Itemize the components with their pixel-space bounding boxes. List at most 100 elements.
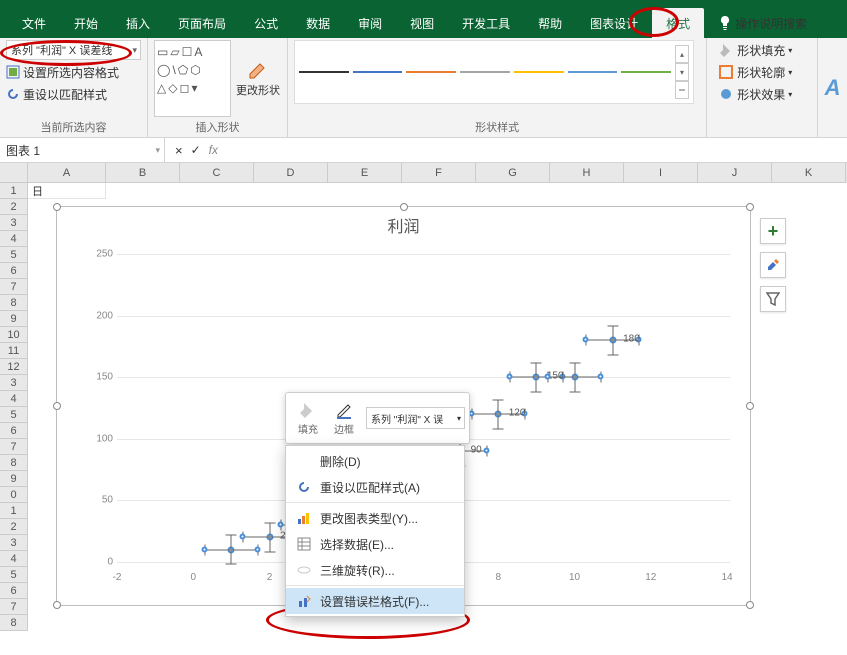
shape-outline-label: 形状轮廓: [737, 64, 785, 81]
data-point[interactable]: 180: [609, 337, 616, 344]
menu-home[interactable]: 开始: [60, 8, 112, 38]
current-selection-combo[interactable]: 系列 "利润" X 误差线: [6, 40, 141, 60]
row-header-12[interactable]: 3: [0, 375, 28, 391]
ctx-change-chart-type[interactable]: 更改图表类型(Y)...: [286, 505, 464, 531]
plus-icon: +: [768, 221, 779, 242]
menu-format[interactable]: 格式: [652, 8, 704, 38]
menu-file[interactable]: 文件: [8, 8, 60, 38]
row-header-20[interactable]: 1: [0, 503, 28, 519]
row-header-3[interactable]: 4: [0, 231, 28, 247]
chart-elements-button[interactable]: +: [760, 218, 786, 244]
col-header-E[interactable]: E: [328, 163, 402, 183]
menu-insert[interactable]: 插入: [112, 8, 164, 38]
row-header-18[interactable]: 9: [0, 471, 28, 487]
row-header-22[interactable]: 3: [0, 535, 28, 551]
ctx-format-error-bars[interactable]: 设置错误栏格式(F)...: [286, 588, 464, 614]
row-header-24[interactable]: 5: [0, 567, 28, 583]
row-header-5[interactable]: 6: [0, 263, 28, 279]
chart-title[interactable]: 利润: [57, 213, 750, 237]
menu-formulas[interactable]: 公式: [240, 8, 292, 38]
menu-help[interactable]: 帮助: [524, 8, 576, 38]
menu-layout[interactable]: 页面布局: [164, 8, 240, 38]
mini-outline-label: 边框: [334, 421, 354, 436]
menu-chart-design[interactable]: 图表设计: [576, 8, 652, 38]
format-bars-icon: [297, 594, 311, 608]
row-header-2[interactable]: 3: [0, 215, 28, 231]
name-box[interactable]: 图表 1: [0, 138, 165, 162]
fx-icon[interactable]: fx: [209, 143, 218, 157]
row-header-7[interactable]: 8: [0, 295, 28, 311]
shape-effects-button[interactable]: 形状效果▾: [719, 84, 792, 104]
menu-data[interactable]: 数据: [292, 8, 344, 38]
menu-review[interactable]: 审阅: [344, 8, 396, 38]
row-header-8[interactable]: 9: [0, 311, 28, 327]
shape-effects-label: 形状效果: [737, 86, 785, 103]
row-header-26[interactable]: 7: [0, 599, 28, 615]
col-header-I[interactable]: I: [624, 163, 698, 183]
row-header-11[interactable]: 12: [0, 359, 28, 375]
mini-selection-combo[interactable]: 系列 "利润" X 误: [366, 407, 465, 429]
chart-filters-button[interactable]: [760, 286, 786, 312]
ctx-reset-style[interactable]: 重设以匹配样式(A): [286, 474, 464, 500]
data-point[interactable]: 150: [533, 374, 540, 381]
menu-view[interactable]: 视图: [396, 8, 448, 38]
row-header-1[interactable]: 2: [0, 199, 28, 215]
gallery-scroll-up[interactable]: ▴: [675, 45, 689, 63]
mini-outline-button[interactable]: 边框: [326, 401, 362, 436]
col-header-K[interactable]: K: [772, 163, 846, 183]
col-header-D[interactable]: D: [254, 163, 328, 183]
col-header-B[interactable]: B: [106, 163, 180, 183]
gallery-more[interactable]: ＝: [675, 81, 689, 99]
col-header-A[interactable]: A: [28, 163, 106, 183]
col-header-J[interactable]: J: [698, 163, 772, 183]
ctx-select-data[interactable]: 选择数据(E)...: [286, 531, 464, 557]
row-header-19[interactable]: 0: [0, 487, 28, 503]
shape-style-gallery[interactable]: ▴ ▾ ＝: [294, 40, 694, 104]
lightbulb-icon: [719, 16, 731, 30]
col-header-F[interactable]: F: [402, 163, 476, 183]
row-header-21[interactable]: 2: [0, 519, 28, 535]
shape-fill-button[interactable]: 形状填充▾: [719, 40, 792, 60]
row-header-4[interactable]: 5: [0, 247, 28, 263]
row-header-25[interactable]: 6: [0, 583, 28, 599]
data-point[interactable]: 20: [266, 534, 273, 541]
col-header-G[interactable]: G: [476, 163, 550, 183]
worksheet-grid[interactable]: ABCDEFGHIJK 1234567891011123456789012345…: [0, 163, 847, 183]
row-header-10[interactable]: 11: [0, 343, 28, 359]
chart-styles-button[interactable]: [760, 252, 786, 278]
shapes-gallery[interactable]: ▭▱☐A ◯\⬠⬡ △◇◻▾: [154, 40, 231, 117]
data-point[interactable]: 120: [495, 411, 502, 418]
shape-outline-button[interactable]: 形状轮廓▾: [719, 62, 792, 82]
tell-me-search[interactable]: 操作说明搜索: [719, 15, 807, 32]
select-all-corner[interactable]: [0, 163, 28, 183]
effects-icon: [719, 87, 733, 101]
row-header-13[interactable]: 4: [0, 391, 28, 407]
data-point[interactable]: [228, 546, 235, 553]
row-header-27[interactable]: 8: [0, 615, 28, 631]
format-selection-button[interactable]: 设置所选内容格式: [6, 62, 141, 82]
menu-dev[interactable]: 开发工具: [448, 8, 524, 38]
data-point[interactable]: [571, 374, 578, 381]
tell-me-label: 操作说明搜索: [735, 15, 807, 32]
gallery-scroll-down[interactable]: ▾: [675, 63, 689, 81]
ctx-delete[interactable]: 删除(D): [286, 448, 464, 474]
row-header-16[interactable]: 7: [0, 439, 28, 455]
ctx-select-data-label: 选择数据(E)...: [320, 536, 394, 553]
row-header-9[interactable]: 10: [0, 327, 28, 343]
row-header-17[interactable]: 8: [0, 455, 28, 471]
row-header-0[interactable]: 1: [0, 183, 28, 199]
row-header-15[interactable]: 6: [0, 423, 28, 439]
row-header-14[interactable]: 5: [0, 407, 28, 423]
ribbon-group-insert-shapes-label: 插入形状: [154, 117, 281, 137]
change-shape-button[interactable]: 更改形状: [235, 40, 281, 117]
cell-a1[interactable]: 日: [28, 183, 106, 199]
reset-match-button[interactable]: 重设以匹配样式: [6, 84, 141, 104]
row-header-6[interactable]: 7: [0, 279, 28, 295]
shape-fill-label: 形状填充: [737, 42, 785, 59]
row-header-23[interactable]: 4: [0, 551, 28, 567]
mini-fill-button[interactable]: 填充: [290, 401, 326, 436]
bucket-icon: [299, 401, 317, 419]
col-header-C[interactable]: C: [180, 163, 254, 183]
col-header-H[interactable]: H: [550, 163, 624, 183]
wordart-icon[interactable]: A: [825, 75, 841, 101]
